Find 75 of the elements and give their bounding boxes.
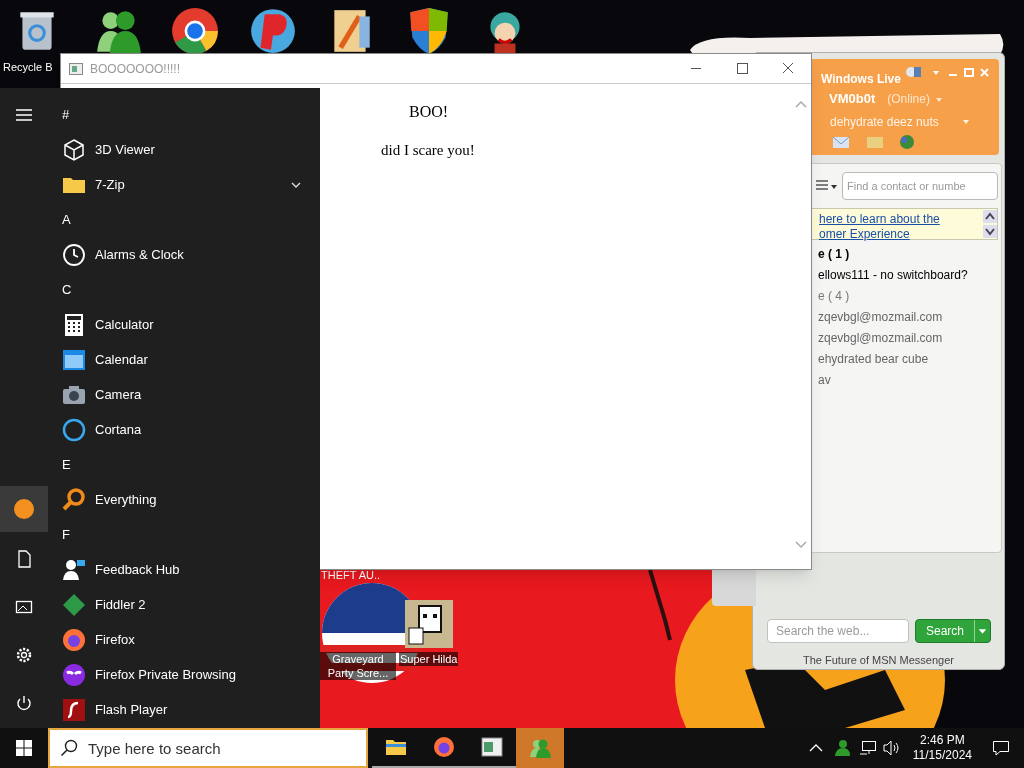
network-icon[interactable] <box>858 740 877 756</box>
contact-name[interactable]: ellows111 - no switchboard? <box>818 265 968 286</box>
desktop-icon-label: THEFT AU.. <box>321 569 381 581</box>
notifications-icon[interactable] <box>992 740 1010 756</box>
app-window-icon <box>480 735 504 759</box>
web-search-field[interactable]: Search the web... <box>767 619 909 643</box>
user-avatar[interactable] <box>0 486 48 532</box>
desktop-icon-label: Recycle B <box>3 60 53 75</box>
firefox-icon <box>432 735 456 759</box>
contact-group-header[interactable]: e ( 1 ) <box>818 244 968 265</box>
pixel-character-icon[interactable] <box>405 600 453 648</box>
page-heading: BOO! <box>409 102 449 122</box>
app-list-item[interactable]: Fiddler 2 <box>62 587 302 622</box>
clock[interactable]: 2:46 PM 11/15/2024 <box>906 733 978 763</box>
contact-name[interactable]: av <box>818 370 968 391</box>
firefox-icon <box>62 627 86 652</box>
magnifier-icon <box>62 487 86 512</box>
app-list-item[interactable]: Calculator <box>62 307 302 342</box>
pictures-icon[interactable] <box>15 598 33 616</box>
calculator-icon <box>62 312 86 337</box>
app-list-item[interactable]: Flash Player <box>62 692 302 727</box>
time-label: 2:46 PM <box>920 733 965 748</box>
cube-icon <box>62 137 86 162</box>
window-fragment <box>712 568 756 606</box>
chrome-icon[interactable] <box>170 6 220 56</box>
app-list-item[interactable]: Calendar <box>62 342 302 377</box>
taskbar-search-field[interactable]: Type here to search <box>48 728 368 768</box>
windows-logo-icon <box>16 740 32 756</box>
person-feedback-icon <box>62 557 86 582</box>
document-icon[interactable] <box>15 550 33 568</box>
date-label: 11/15/2024 <box>912 748 972 763</box>
footer-text: The Future of MSN Messenger <box>802 653 955 668</box>
diamond-icon <box>62 592 86 617</box>
menu-icon[interactable] <box>15 108 33 122</box>
app-list-item[interactable]: Firefox Private Browsing <box>62 657 302 692</box>
contact-name[interactable]: ehydrated bear cube <box>818 349 968 370</box>
desktop-icon-label: Super Hilda <box>399 652 459 666</box>
app-list-item[interactable]: 3D Viewer <box>62 132 302 167</box>
banner-link[interactable]: here to learn about the <box>819 210 940 228</box>
alarm-clock-icon <box>62 242 86 267</box>
app-list-item[interactable]: Alarms & Clock <box>62 237 302 272</box>
app-list-item[interactable]: Feedback Hub <box>62 552 302 587</box>
section-letter: C <box>62 280 72 299</box>
settings-icon[interactable] <box>15 646 33 664</box>
contact-name[interactable]: zqevbgl@mozmail.com <box>818 307 968 328</box>
list-view-icon[interactable] <box>814 179 838 193</box>
mask-icon <box>62 662 86 687</box>
brand-label: Windows Live <box>821 71 901 88</box>
app-list-item[interactable]: Everything <box>62 482 302 517</box>
window-title: BOOOOOOO!!!!! <box>90 60 180 78</box>
page-text: did I scare you! <box>381 141 475 160</box>
calendar-icon <box>62 347 86 372</box>
window-app-icon <box>69 62 83 75</box>
search-icon <box>60 739 78 757</box>
contact-name[interactable]: zqevbgl@mozmail.com <box>818 328 968 349</box>
power-icon[interactable] <box>15 694 33 712</box>
username-label: VM0b0t <box>829 90 876 108</box>
caret-up-icon[interactable] <box>808 743 823 753</box>
contact-search-field[interactable]: Find a contact or numbe <box>842 172 998 200</box>
app-list-item[interactable]: Camera <box>62 377 302 412</box>
circle-icon <box>62 417 86 442</box>
app-list-item[interactable]: Firefox <box>62 622 302 657</box>
section-letter: # <box>62 105 70 124</box>
app-list-item[interactable]: Cortana <box>62 412 302 447</box>
app-list-item[interactable]: 7-Zip <box>62 167 302 202</box>
letter-p-logo-icon[interactable] <box>248 6 298 56</box>
section-letter: E <box>62 455 71 474</box>
section-letter: F <box>62 525 70 544</box>
banner-link[interactable]: omer Experience <box>819 225 910 243</box>
flash-icon <box>62 697 86 722</box>
volume-icon[interactable] <box>882 740 901 756</box>
contact-group-header[interactable]: e ( 4 ) <box>818 286 968 307</box>
paint-icon[interactable] <box>905 65 923 79</box>
scroll-arrows-icon[interactable] <box>983 210 997 238</box>
section-letter: A <box>62 210 71 229</box>
